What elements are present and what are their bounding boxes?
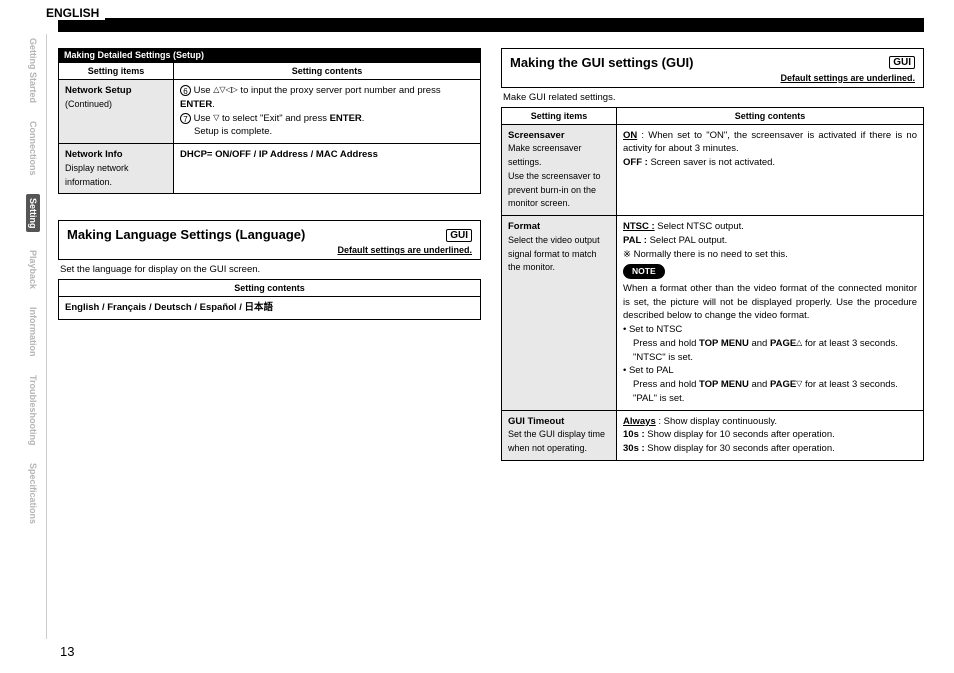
header-bar: ENGLISH bbox=[58, 18, 924, 32]
format-pal-label: PAL : bbox=[623, 235, 647, 246]
topmenu-label-2: TOP MENU bbox=[699, 379, 749, 390]
screensaver-on-text: : When set to "ON", the screensaver is a… bbox=[623, 130, 917, 155]
item-network-info-desc: Display network information. bbox=[65, 163, 129, 187]
gui-intro: Make GUI related settings. bbox=[501, 88, 924, 107]
sidebar-tab-specifications[interactable]: Specifications bbox=[28, 463, 38, 524]
b1-line: Press and hold bbox=[633, 338, 699, 349]
language-head: Setting contents bbox=[59, 279, 481, 296]
sidebar-tab-troubleshooting[interactable]: Troubleshooting bbox=[28, 375, 38, 446]
note-pill: NOTE bbox=[623, 264, 665, 278]
b1-tail: for at least 3 seconds. bbox=[802, 338, 898, 349]
gui-section: Making the GUI settings (GUI) GUI Defaul… bbox=[501, 48, 924, 88]
item-format: Format bbox=[508, 220, 610, 234]
sidebar-tab-getting-started[interactable]: Getting Started bbox=[28, 38, 38, 103]
item-screensaver: Screensaver bbox=[508, 129, 610, 143]
b1-and: and bbox=[749, 338, 770, 349]
enter-label-2: ENTER bbox=[330, 113, 362, 124]
gui-head-items: Setting items bbox=[502, 107, 617, 124]
b1-result: "NTSC" is set. bbox=[633, 352, 693, 363]
b2-line: Press and hold bbox=[633, 379, 699, 390]
sidebar-tab-connections[interactable]: Connections bbox=[28, 121, 38, 176]
item-gui-timeout-desc: Set the GUI display time when not operat… bbox=[508, 429, 605, 453]
step-6a: Use bbox=[194, 85, 214, 96]
format-bullet2: Set to PAL bbox=[629, 365, 674, 376]
item-network-setup-desc: (Continued) bbox=[65, 99, 112, 109]
table-row: Network Setup (Continued) 6 Use △▽◁▷ to … bbox=[59, 80, 481, 144]
gui-badge-icon: GUI bbox=[889, 56, 915, 69]
network-info-content: DHCP= ON/OFF / IP Address / MAC Address bbox=[180, 149, 378, 160]
table-row: Screensaver Make screensaver settings. U… bbox=[502, 124, 924, 216]
gui-table: Setting items Setting contents Screensav… bbox=[501, 107, 924, 461]
language-intro: Set the language for display on the GUI … bbox=[58, 260, 481, 279]
page-number: 13 bbox=[60, 644, 74, 659]
screensaver-on-label: ON bbox=[623, 130, 637, 141]
language-section: Making Language Settings (Language) GUI … bbox=[58, 220, 481, 260]
b2-tail: for at least 3 seconds. bbox=[802, 379, 898, 390]
setup-table: Setting items Setting contents Network S… bbox=[58, 62, 481, 194]
language-section-title: Making Language Settings (Language) bbox=[67, 227, 305, 243]
timeout-10s-text: Show display for 10 seconds after operat… bbox=[645, 429, 835, 440]
step-7-num: 7 bbox=[180, 113, 191, 124]
gui-section-title: Making the GUI settings (GUI) bbox=[510, 55, 693, 71]
item-network-info: Network Info bbox=[65, 148, 167, 162]
format-ntsc-label: NTSC : bbox=[623, 221, 655, 232]
format-pal-text: Select PAL output. bbox=[647, 235, 727, 246]
step-6c: . bbox=[212, 99, 215, 110]
item-format-desc: Select the video output signal format to… bbox=[508, 235, 600, 273]
timeout-30s-label: 30s : bbox=[623, 443, 645, 454]
language-tab: ENGLISH bbox=[46, 6, 105, 20]
topmenu-label: TOP MENU bbox=[699, 338, 749, 349]
item-gui-timeout: GUI Timeout bbox=[508, 415, 610, 429]
format-note-star: ※ Normally there is no need to set this. bbox=[623, 249, 788, 260]
sidebar-tab-information[interactable]: Information bbox=[28, 307, 38, 357]
arrows-icon: △▽◁▷ bbox=[213, 84, 238, 96]
default-note-lang: Default settings are underlined. bbox=[59, 245, 480, 259]
timeout-always-text: : Show display continuously. bbox=[656, 416, 777, 427]
step-7a: Use bbox=[194, 113, 214, 124]
step-7d: Setup is complete. bbox=[180, 126, 272, 137]
timeout-always-label: Always bbox=[623, 416, 656, 427]
setup-head-items: Setting items bbox=[59, 63, 174, 80]
b2-and: and bbox=[749, 379, 770, 390]
table-row: GUI Timeout Set the GUI display time whe… bbox=[502, 410, 924, 460]
item-screensaver-desc: Make screensaver settings. Use the scree… bbox=[508, 143, 601, 208]
step-6-num: 6 bbox=[180, 85, 191, 96]
b2-result: "PAL" is set. bbox=[633, 393, 684, 404]
item-network-setup: Network Setup bbox=[65, 84, 167, 98]
format-ntsc-text: Select NTSC output. bbox=[655, 221, 744, 232]
language-options: English / Français / Deutsch / Español /… bbox=[65, 302, 273, 313]
timeout-10s-label: 10s : bbox=[623, 429, 645, 440]
timeout-30s-text: Show display for 30 seconds after operat… bbox=[645, 443, 835, 454]
screensaver-off-text: Screen saver is not activated. bbox=[648, 157, 775, 168]
step-7c: . bbox=[362, 113, 365, 124]
step-7b: to select "Exit" and press bbox=[219, 113, 329, 124]
default-note-gui: Default settings are underlined. bbox=[502, 73, 923, 87]
language-table: Setting contents English / Français / De… bbox=[58, 279, 481, 320]
table-row: Network Info Display network information… bbox=[59, 144, 481, 194]
gui-head-contents: Setting contents bbox=[617, 107, 924, 124]
screensaver-off-label: OFF : bbox=[623, 157, 648, 168]
page-label: PAGE bbox=[770, 338, 796, 349]
sidebar-tabs: Getting Started Connections Setting Play… bbox=[18, 18, 48, 655]
sidebar-tab-setting[interactable]: Setting bbox=[26, 194, 40, 233]
sidebar-divider bbox=[46, 34, 47, 639]
page-label-2: PAGE bbox=[770, 379, 796, 390]
step-6b: to input the proxy server port number an… bbox=[238, 85, 441, 96]
setup-head-contents: Setting contents bbox=[174, 63, 481, 80]
table-row: Format Select the video output signal fo… bbox=[502, 216, 924, 411]
sidebar-tab-playback[interactable]: Playback bbox=[28, 250, 38, 289]
gui-badge-icon: GUI bbox=[446, 229, 472, 242]
format-note-body: When a format other than the video forma… bbox=[623, 282, 917, 323]
enter-label: ENTER bbox=[180, 99, 212, 110]
format-bullet1: Set to NTSC bbox=[629, 324, 682, 335]
section-bar-setup: Making Detailed Settings (Setup) bbox=[58, 48, 481, 62]
